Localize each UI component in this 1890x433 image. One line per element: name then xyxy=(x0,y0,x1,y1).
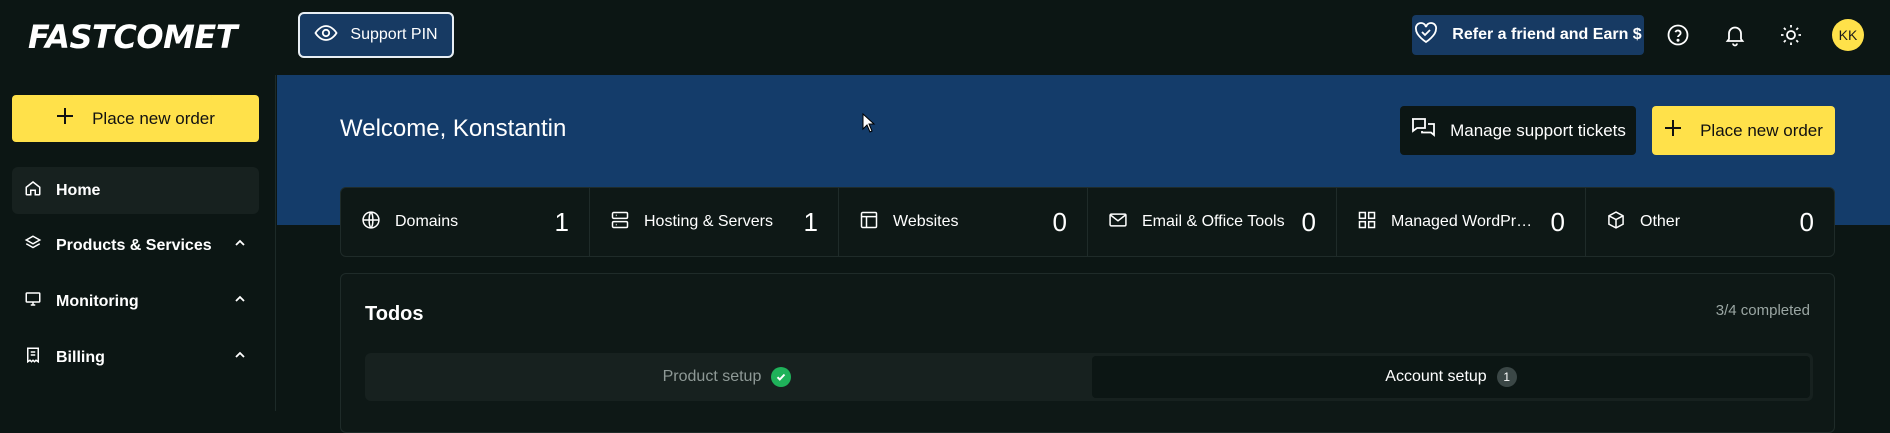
support-pin-button[interactable]: Support PIN xyxy=(298,12,454,58)
tab-product-setup[interactable]: Product setup xyxy=(365,356,1089,398)
place-new-order-button[interactable]: Place new order xyxy=(1652,106,1835,155)
stat-managed-wordpress[interactable]: Managed WordPr… 0 xyxy=(1337,188,1586,256)
sidebar-place-order-label: Place new order xyxy=(92,108,215,128)
sidebar-item-label: Billing xyxy=(56,348,105,366)
sidebar-item-home[interactable]: Home xyxy=(12,167,259,214)
todos-card: Todos 3/4 completed Product setup Accoun… xyxy=(340,273,1835,433)
heart-handshake-icon xyxy=(1414,21,1438,49)
plus-icon xyxy=(56,107,74,130)
sun-icon[interactable] xyxy=(1778,22,1804,48)
mail-icon xyxy=(1108,210,1128,235)
check-circle-icon xyxy=(771,367,792,387)
stat-websites[interactable]: Websites 0 xyxy=(839,188,1088,256)
sidebar-item-label: Products & Services xyxy=(56,236,212,254)
home-icon xyxy=(24,179,42,202)
stat-count: 1 xyxy=(803,206,818,237)
layout-icon xyxy=(859,210,879,235)
place-new-order-label: Place new order xyxy=(1700,120,1823,140)
mouse-cursor-icon xyxy=(862,112,876,138)
server-icon xyxy=(610,210,630,235)
top-bar: FASTCOMET Support PIN Refer a friend and… xyxy=(0,0,1890,75)
refer-friend-label: Refer a friend and Earn $ xyxy=(1452,26,1642,43)
plus-icon xyxy=(1664,119,1682,142)
layers-icon xyxy=(24,234,42,257)
receipt-icon xyxy=(24,346,42,369)
stat-label: Hosting & Servers xyxy=(644,213,773,230)
stat-count: 0 xyxy=(1052,206,1067,237)
chevron-up-icon xyxy=(233,236,247,255)
stat-label: Email & Office Tools xyxy=(1142,213,1285,230)
stat-count: 0 xyxy=(1799,206,1814,237)
stat-count: 0 xyxy=(1301,206,1316,237)
tab-label: Account setup xyxy=(1385,368,1487,385)
manage-support-tickets-label: Manage support tickets xyxy=(1450,120,1626,140)
sidebar-item-billing[interactable]: Billing xyxy=(12,334,259,381)
bell-icon[interactable] xyxy=(1722,22,1748,48)
tab-label: Product setup xyxy=(662,368,762,385)
chevron-up-icon xyxy=(233,348,247,367)
eye-icon xyxy=(314,21,338,50)
sidebar-item-label: Monitoring xyxy=(56,292,139,310)
stat-label: Websites xyxy=(893,213,959,230)
support-pin-label: Support PIN xyxy=(350,26,438,43)
services-stats-bar: Domains 1 Hosting & Servers 1 Websites 0… xyxy=(340,187,1835,257)
todos-tab-group: Product setup Account setup 1 xyxy=(365,353,1813,401)
stat-label: Domains xyxy=(395,213,459,230)
grid-icon xyxy=(1357,210,1377,235)
todos-progress: 3/4 completed xyxy=(1715,302,1810,319)
stat-hosting-servers[interactable]: Hosting & Servers 1 xyxy=(590,188,839,256)
fastcomet-logo[interactable]: FASTCOMET xyxy=(28,18,238,56)
stat-count: 0 xyxy=(1550,206,1565,237)
todos-title: Todos xyxy=(365,303,424,325)
manage-support-tickets-button[interactable]: Manage support tickets xyxy=(1400,106,1636,155)
stat-domains[interactable]: Domains 1 xyxy=(341,188,590,256)
stat-label: Managed WordPr… xyxy=(1391,213,1533,230)
stat-email-office[interactable]: Email & Office Tools 0 xyxy=(1088,188,1337,256)
box-icon xyxy=(1606,210,1626,235)
monitor-icon xyxy=(24,290,42,313)
stat-label: Other xyxy=(1640,213,1681,230)
tab-account-setup[interactable]: Account setup 1 xyxy=(1092,356,1810,398)
chevron-up-icon xyxy=(233,292,247,311)
globe-icon xyxy=(361,210,381,235)
welcome-heading: Welcome, Konstantin xyxy=(340,115,567,142)
chat-bubbles-icon xyxy=(1410,116,1436,145)
stat-count: 1 xyxy=(554,206,569,237)
todo-count-badge: 1 xyxy=(1496,367,1517,387)
sidebar-item-monitoring[interactable]: Monitoring xyxy=(12,278,259,325)
help-circle-icon[interactable] xyxy=(1665,22,1691,48)
stat-other[interactable]: Other 0 xyxy=(1586,188,1834,256)
sidebar-item-products-services[interactable]: Products & Services xyxy=(12,222,259,269)
sidebar: Place new order Home Products & Services… xyxy=(0,75,276,411)
refer-friend-button[interactable]: Refer a friend and Earn $ xyxy=(1412,15,1644,55)
sidebar-place-order-button[interactable]: Place new order xyxy=(12,95,259,142)
sidebar-item-label: Home xyxy=(56,181,101,199)
user-avatar[interactable]: KK xyxy=(1832,19,1864,51)
